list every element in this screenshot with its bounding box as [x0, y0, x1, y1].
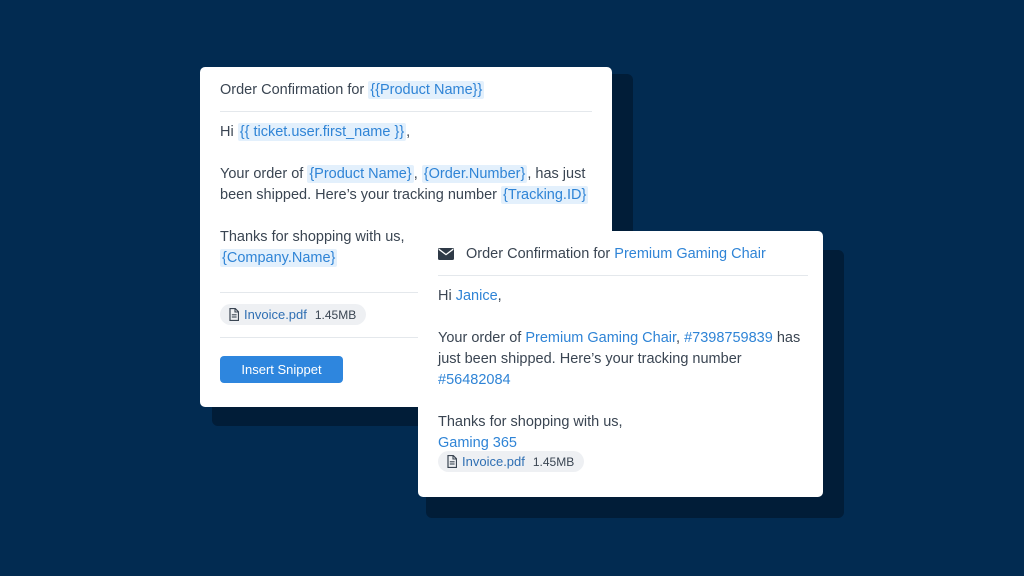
- preview-order-paragraph: Your order of Premium Gaming Chair, #739…: [438, 328, 801, 391]
- preview-title-value: Premium Gaming Chair: [614, 246, 766, 262]
- preview-card-title: Order Confirmation for Premium Gaming Ch…: [438, 231, 808, 276]
- preview-card-body: Hi Janice, Your order of Premium Gaming …: [418, 276, 823, 454]
- order-prefix: Your order of: [438, 330, 526, 346]
- preview-attachment-chip[interactable]: Invoice.pdf 1.45MB: [438, 451, 585, 472]
- order-separator: ,: [413, 166, 422, 182]
- preview-greeting-name: Janice: [455, 288, 498, 304]
- template-title-prefix: Order Confirmation for: [220, 82, 369, 98]
- preview-card: Order Confirmation for Premium Gaming Ch…: [418, 231, 823, 497]
- template-order-number-variable[interactable]: {Order.Number}: [421, 165, 528, 183]
- preview-company: Gaming 365: [438, 435, 517, 451]
- template-greeting-variable[interactable]: {{ ticket.user.first_name }}: [237, 123, 407, 141]
- preview-product: Premium Gaming Chair: [525, 330, 677, 346]
- thanks-text: Thanks for shopping with us,: [438, 414, 623, 430]
- preview-order-number: #7398759839: [684, 330, 773, 346]
- template-product-variable[interactable]: {Product Name}: [307, 165, 414, 183]
- greeting-suffix: ,: [497, 288, 502, 304]
- attachment-filename: Invoice.pdf: [462, 454, 525, 469]
- greeting-suffix: ,: [406, 124, 411, 140]
- greeting-prefix: Hi: [220, 124, 238, 140]
- attachment-filesize: 1.45MB: [532, 454, 575, 469]
- order-prefix: Your order of: [220, 166, 308, 182]
- template-company-variable[interactable]: {Company.Name}: [220, 249, 338, 267]
- document-icon: [447, 455, 457, 468]
- envelope-icon: [438, 248, 454, 260]
- template-card-title: Order Confirmation for {{Product Name}}: [220, 67, 592, 112]
- attachment-filename: Invoice.pdf: [244, 307, 307, 322]
- template-attachment-chip[interactable]: Invoice.pdf 1.45MB: [220, 304, 367, 325]
- greeting-prefix: Hi: [438, 288, 456, 304]
- template-greeting: Hi {{ ticket.user.first_name }},: [220, 122, 590, 143]
- preview-tracking-number: #56482084: [438, 372, 511, 388]
- order-separator: ,: [676, 330, 685, 346]
- attachment-filesize: 1.45MB: [314, 307, 357, 322]
- template-tracking-variable[interactable]: {Tracking.ID}: [501, 186, 589, 204]
- preview-title-prefix: Order Confirmation for: [466, 246, 615, 262]
- thanks-text: Thanks for shopping with us,: [220, 229, 405, 245]
- preview-thanks: Thanks for shopping with us, Gaming 365: [438, 412, 801, 454]
- insert-snippet-button[interactable]: Insert Snippet: [220, 356, 343, 383]
- template-order-paragraph: Your order of {Product Name}, {Order.Num…: [220, 164, 590, 206]
- template-title-variable[interactable]: {{Product Name}}: [368, 81, 485, 99]
- document-icon: [229, 308, 239, 321]
- preview-greeting: Hi Janice,: [438, 286, 801, 307]
